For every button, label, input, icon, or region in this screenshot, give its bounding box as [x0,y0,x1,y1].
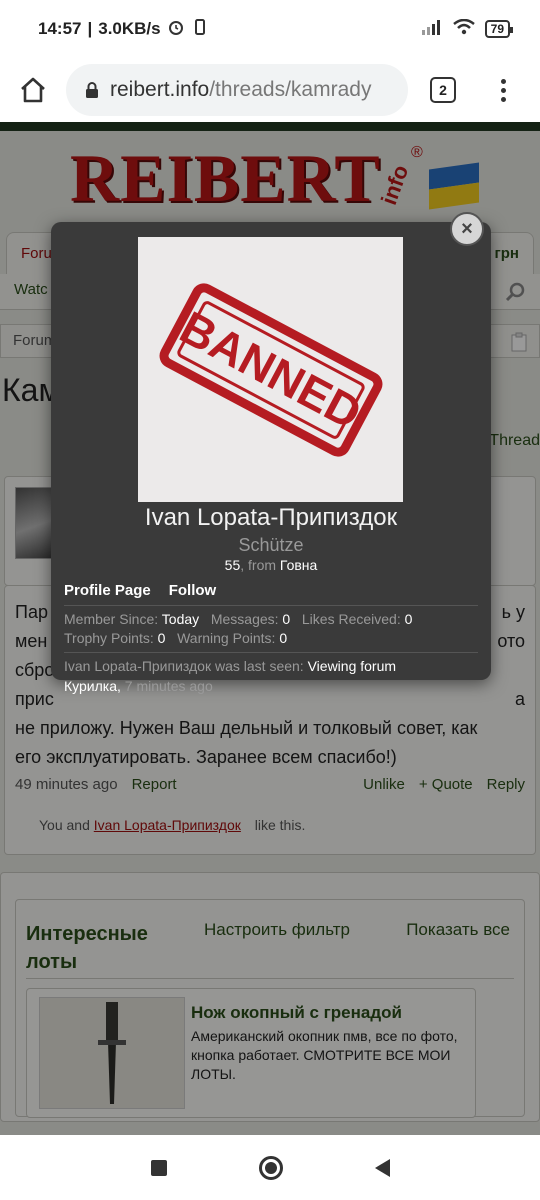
member-title: Schütze [238,535,304,555]
browser-toolbar: reibert.info/threads/kamrady 2 [0,58,540,122]
member-info: 55, from Говна [224,557,318,573]
lock-icon [86,82,98,98]
tab-switcher-button[interactable]: 2 [408,77,478,103]
alarm-icon [167,18,185,41]
android-nav-bar [0,1135,540,1200]
last-seen-forum-link[interactable]: Курилка, [64,678,121,694]
follow-link[interactable]: Follow [169,582,217,599]
banned-stamp-icon: BANNED [159,282,382,457]
close-icon[interactable]: × [450,212,484,246]
back-button[interactable] [374,1158,390,1177]
vibrate-icon [191,18,209,41]
member-card-popup: BANNED Ivan Lopata-Припиздок Schütze 55,… [51,222,491,694]
last-seen-time: 7 minutes ago [124,678,213,694]
home-icon [21,77,45,103]
profile-page-link[interactable]: Profile Page [64,582,151,599]
home-button[interactable] [0,76,66,104]
tab-count: 2 [430,77,456,103]
status-bar: 14:57 | 3.0KB/s 79 [0,0,540,58]
network-speed: 3.0KB/s [98,19,161,38]
messages-count[interactable]: 0 [282,611,290,627]
member-age: 55 [224,557,241,573]
clock: 14:57 [38,19,82,38]
url-domain: reibert.info [110,78,210,101]
overflow-menu-button[interactable] [478,78,528,102]
url-path: /threads/kamrady [209,78,372,101]
last-seen: Ivan Lopata-Припиздок was last seen: Vie… [64,658,397,694]
last-seen-action-link[interactable]: Viewing forum [308,658,396,674]
home-nav-button[interactable] [258,1155,283,1180]
member-name[interactable]: Ivan Lopata-Припиздок [51,504,491,532]
member-stats: Member Since: Today Messages: 0 Likes Re… [64,611,413,646]
member-avatar[interactable]: BANNED [138,237,403,502]
url-bar[interactable]: reibert.info/threads/kamrady [66,64,408,116]
signal-icon [421,19,443,40]
recents-button[interactable] [150,1159,167,1176]
battery-icon: 79 [484,20,514,38]
wifi-icon [452,18,475,40]
trophy-points[interactable]: 0 [158,630,166,646]
member-actions: Profile Page Follow [64,582,216,599]
member-location[interactable]: Говна [280,557,317,573]
